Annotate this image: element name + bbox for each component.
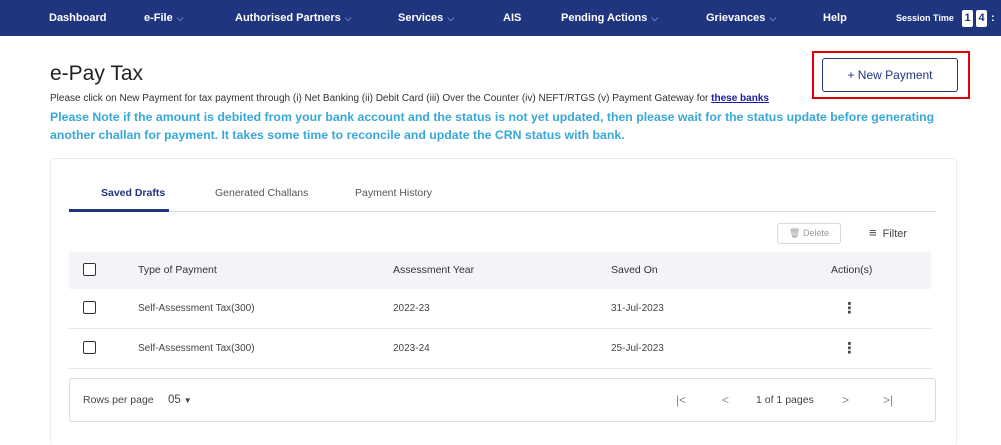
- last-page-icon[interactable]: >|: [883, 379, 893, 421]
- delete-button[interactable]: 🗑︎ Delete: [777, 223, 841, 244]
- session-time-digit: 4: [976, 10, 987, 27]
- these-banks-link[interactable]: these banks: [711, 93, 769, 104]
- active-tab-indicator: [69, 209, 169, 212]
- nav-efile[interactable]: e-File ⌵: [144, 0, 184, 36]
- page-indicator: 1 of 1 pages: [756, 394, 814, 406]
- new-payment-highlight: + New Payment: [812, 51, 970, 99]
- caret-down-icon: ▼: [183, 396, 192, 405]
- row-checkbox[interactable]: [83, 301, 96, 314]
- filter-button[interactable]: ≡ Filter: [869, 225, 907, 240]
- table-row: Self-Assessment Tax(300) 2022-23 31-Jul-…: [69, 289, 931, 329]
- trash-icon: 🗑︎: [789, 228, 801, 238]
- tab-generated-challans[interactable]: Generated Challans: [215, 187, 308, 199]
- select-all-checkbox[interactable]: [83, 263, 96, 276]
- nav-ais[interactable]: AIS: [503, 0, 521, 36]
- chevron-down-icon: ⌵: [447, 13, 455, 23]
- saved-on-cell: 31-Jul-2023: [611, 303, 664, 314]
- row-checkbox[interactable]: [83, 341, 96, 354]
- first-page-icon[interactable]: |<: [676, 379, 686, 421]
- more-options-icon[interactable]: ⋮: [842, 341, 857, 357]
- nav-dashboard[interactable]: Dashboard: [49, 0, 106, 36]
- intro-text: Please click on New Payment for tax paym…: [50, 93, 769, 104]
- more-options-icon[interactable]: ⋮: [842, 301, 857, 317]
- table-header: Type of Payment Assessment Year Saved On…: [69, 252, 931, 289]
- column-header-type: Type of Payment: [138, 264, 217, 276]
- nav-pending-actions[interactable]: Pending Actions ⌵: [561, 0, 658, 36]
- nav-help[interactable]: Help: [823, 0, 847, 36]
- page-title: e-Pay Tax: [50, 62, 143, 85]
- new-payment-button[interactable]: + New Payment: [822, 58, 958, 92]
- rows-per-page-select[interactable]: 05 ▼: [168, 379, 192, 421]
- tab-divider: [69, 211, 936, 212]
- column-header-actions: Action(s): [831, 264, 873, 276]
- saved-on-cell: 25-Jul-2023: [611, 343, 664, 354]
- pagination-bar: Rows per page 05 ▼ |< < 1 of 1 pages > >…: [69, 378, 936, 422]
- chevron-down-icon: ⌵: [176, 13, 184, 23]
- payment-type-cell: Self-Assessment Tax(300): [138, 343, 255, 354]
- assessment-year-cell: 2023-24: [393, 343, 430, 354]
- previous-page-icon[interactable]: <: [722, 379, 729, 421]
- session-time-label: Session Time: [896, 13, 954, 23]
- session-time-separator: :: [991, 12, 995, 24]
- session-time-digit: 1: [962, 10, 973, 27]
- assessment-year-cell: 2022-23: [393, 303, 430, 314]
- nav-grievances[interactable]: Grievances ⌵: [706, 0, 776, 36]
- chevron-down-icon: ⌵: [769, 13, 777, 23]
- chevron-down-icon: ⌵: [651, 13, 659, 23]
- table-row: Self-Assessment Tax(300) 2023-24 25-Jul-…: [69, 329, 931, 369]
- nav-services[interactable]: Services ⌵: [398, 0, 454, 36]
- chevron-down-icon: ⌵: [344, 13, 352, 23]
- tab-saved-drafts[interactable]: Saved Drafts: [101, 187, 165, 199]
- payment-type-cell: Self-Assessment Tax(300): [138, 303, 255, 314]
- column-header-saved-on: Saved On: [611, 264, 658, 276]
- tab-payment-history[interactable]: Payment History: [355, 187, 432, 199]
- nav-authorised-partners[interactable]: Authorised Partners ⌵: [235, 0, 352, 36]
- filter-icon: ≡: [869, 225, 877, 240]
- payment-notice: Please Note if the amount is debited fro…: [50, 110, 935, 142]
- column-header-assessment-year: Assessment Year: [393, 264, 475, 276]
- rows-per-page-label: Rows per page: [83, 394, 154, 406]
- next-page-icon[interactable]: >: [842, 379, 849, 421]
- top-navigation-bar: Dashboard e-File ⌵ Authorised Partners ⌵ S…: [0, 0, 1001, 36]
